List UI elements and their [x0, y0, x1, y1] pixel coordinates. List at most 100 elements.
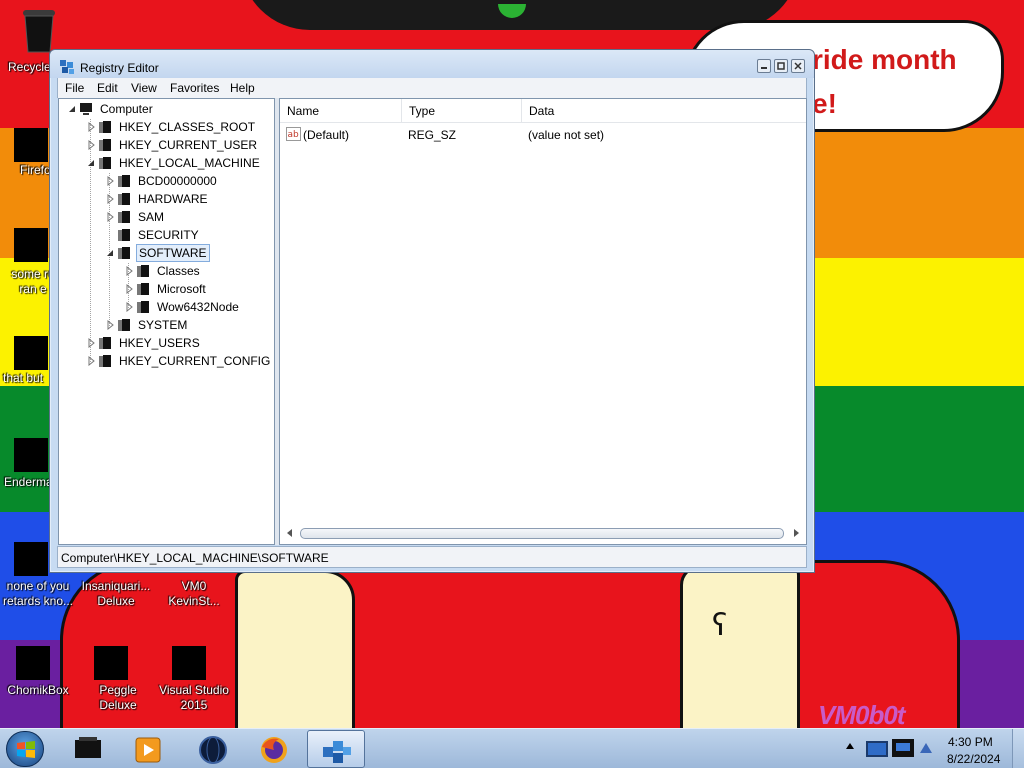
value-name: (Default) — [303, 128, 350, 142]
expand-arrow-icon[interactable] — [105, 176, 115, 186]
expand-arrow-icon[interactable] — [86, 356, 96, 366]
menu-view[interactable]: View — [131, 81, 157, 95]
chomikbox-icon — [16, 646, 50, 680]
expand-arrow-icon[interactable] — [105, 194, 115, 204]
tree-node-label: HARDWARE — [138, 192, 208, 206]
firefox-icon — [261, 737, 287, 763]
tree-node-label: HKEY_CLASSES_ROOT — [119, 120, 256, 134]
expand-arrow-icon[interactable] — [105, 212, 115, 222]
wallpaper-figure-mark: ʕ — [712, 608, 728, 643]
tree-node-label: SECURITY — [138, 228, 199, 242]
taskbar-browser-globe[interactable] — [184, 730, 242, 768]
maximize-icon — [777, 62, 785, 70]
taskbar-app-1[interactable] — [60, 730, 118, 768]
desktop-icon-label: VM0 KevinSt... — [168, 579, 220, 608]
registry-editor-icon — [323, 741, 351, 763]
registry-key-folder-icon — [99, 139, 111, 151]
column-header-row: Name Type Data — [280, 99, 806, 123]
desktop-icon-label: Peggle Deluxe — [99, 683, 137, 712]
wallpaper-figure-arm-left — [235, 570, 355, 728]
collapse-arrow-icon[interactable] — [86, 158, 96, 168]
taskbar-registry-editor[interactable] — [307, 730, 365, 768]
taskbar-media-player[interactable] — [120, 730, 178, 768]
tree-node-label: Wow6432Node — [157, 300, 239, 314]
desktop-icon-visual-studio[interactable]: Visual Studio 2015 — [156, 632, 232, 712]
string-value-icon: ab — [286, 127, 301, 141]
application-icon — [14, 438, 48, 472]
maximize-button[interactable] — [774, 59, 788, 73]
show-desktop-button[interactable] — [1012, 729, 1024, 768]
column-header-type[interactable]: Type — [402, 99, 522, 123]
expand-arrow-icon[interactable] — [86, 140, 96, 150]
registry-key-folder-icon — [118, 211, 130, 223]
svg-text:ab: ab — [288, 130, 300, 140]
wallpaper-figure-arm-right — [680, 565, 800, 728]
visual-studio-icon — [172, 646, 206, 680]
menu-favorites[interactable]: Favorites — [170, 81, 219, 95]
recycle-bin-icon — [23, 10, 55, 53]
registry-key-folder-icon — [99, 355, 111, 367]
scroll-right-icon[interactable] — [792, 529, 800, 537]
collapse-arrow-icon[interactable] — [105, 248, 115, 258]
registry-key-folder-icon — [118, 193, 130, 205]
clock-date[interactable]: 8/22/2024 — [947, 752, 1000, 766]
computer-icon — [75, 737, 101, 758]
tree-node-label: Computer — [100, 102, 153, 116]
horizontal-scrollbar[interactable] — [284, 525, 802, 542]
column-header-data[interactable]: Data — [522, 99, 806, 123]
registry-key-folder-icon — [137, 301, 149, 313]
application-icon — [14, 542, 48, 576]
desktop-icon-label: Visual Studio 2015 — [159, 683, 229, 712]
globe-icon — [199, 736, 227, 764]
desktop-icon-chomikbox[interactable]: ChomikBox — [0, 632, 76, 702]
tree-node-label: SYSTEM — [138, 318, 188, 332]
status-path: Computer\HKEY_LOCAL_MACHINE\SOFTWARE — [61, 551, 329, 565]
minimize-button[interactable] — [757, 59, 771, 73]
expand-arrow-icon[interactable] — [86, 122, 96, 132]
file-icon — [14, 228, 48, 262]
registry-key-tree[interactable]: Computer HKEY_CLASSES_ROOT HKEY_CURRENT_US… — [58, 98, 275, 545]
registry-key-folder-icon — [118, 175, 130, 187]
desktop-icon-peggle-deluxe[interactable]: Peggle Deluxe — [80, 632, 156, 712]
expand-arrow-icon[interactable] — [124, 302, 134, 312]
menu-edit[interactable]: Edit — [97, 81, 118, 95]
scrollbar-thumb[interactable] — [300, 528, 784, 539]
wallpaper-bubble-text-line2: e! — [812, 88, 837, 119]
start-button[interactable] — [6, 731, 44, 767]
tree-node-label: Microsoft — [157, 282, 206, 296]
registry-values-list[interactable]: Name Type Data ab (Default) REG_SZ (valu… — [279, 98, 807, 545]
desktop-icon-label: ChomikBox — [7, 683, 69, 697]
tree-node-label: HKEY_CURRENT_CONFIG — [119, 354, 271, 368]
collapse-arrow-icon[interactable] — [67, 104, 77, 114]
expand-arrow-icon[interactable] — [86, 338, 96, 348]
registry-key-folder-icon — [99, 121, 111, 133]
tree-node-label: Classes — [157, 264, 200, 278]
expand-arrow-icon[interactable] — [105, 320, 115, 330]
tree-connector — [90, 119, 91, 362]
tree-node-label: BCD00000000 — [138, 174, 217, 188]
expand-arrow-icon[interactable] — [124, 266, 134, 276]
tree-node-label: HKEY_CURRENT_USER — [119, 138, 258, 152]
column-header-name[interactable]: Name — [280, 99, 402, 123]
show-hidden-icons-icon[interactable] — [846, 743, 854, 749]
registry-key-folder-icon — [137, 283, 149, 295]
tray-icons[interactable] — [862, 737, 934, 761]
menu-help[interactable]: Help — [230, 81, 255, 95]
desktop-icon-label: Insaniquari... Deluxe — [81, 579, 151, 608]
tree-node-label: SAM — [138, 210, 165, 224]
taskbar: 4:30 PM 8/22/2024 — [0, 728, 1024, 768]
menu-file[interactable]: File — [65, 81, 84, 95]
close-button[interactable] — [791, 59, 805, 73]
menu-bar: File Edit View Favorites Help — [57, 78, 807, 98]
clock-time[interactable]: 4:30 PM — [948, 735, 993, 749]
tree-node-label: HKEY_LOCAL_MACHINE — [119, 156, 260, 170]
taskbar-firefox[interactable] — [246, 730, 304, 768]
peggle-icon — [94, 646, 128, 680]
scroll-left-icon[interactable] — [286, 529, 294, 537]
window-titlebar[interactable]: Registry Editor — [50, 50, 814, 78]
wallpaper-bubble-text-line1: ride month — [812, 44, 957, 75]
minimize-icon — [761, 67, 767, 69]
file-icon — [14, 336, 48, 370]
expand-arrow-icon[interactable] — [124, 284, 134, 294]
registry-key-folder-icon — [137, 265, 149, 277]
